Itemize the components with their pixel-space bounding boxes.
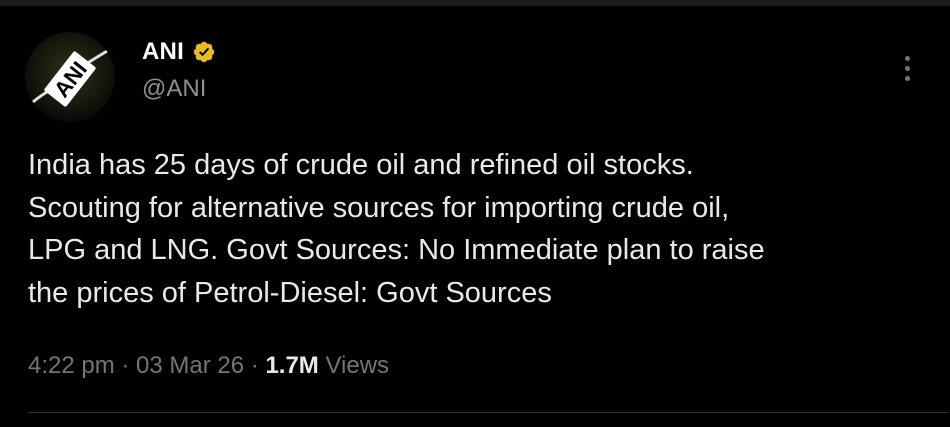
more-dots-icon (904, 65, 910, 71)
ani-logo-icon: ANI (25, 32, 115, 122)
display-name[interactable]: ANI (142, 38, 184, 66)
tweet-meta: 4:22 pm · 03 Mar 26 · 1.7M Views (28, 352, 389, 380)
tweet-date[interactable]: 03 Mar 26 (136, 352, 244, 379)
name-row: ANI (142, 38, 216, 66)
more-options-button[interactable] (894, 50, 920, 86)
verified-badge-icon[interactable] (192, 40, 216, 64)
divider (28, 412, 948, 413)
tweet-text: India has 25 days of crude oil and refin… (28, 149, 765, 309)
more-dots-icon (904, 75, 910, 81)
more-dots-icon (904, 55, 910, 61)
meta-separator: · (114, 352, 137, 379)
avatar[interactable]: ANI (25, 32, 115, 122)
author-block: ANI @ANI (142, 38, 216, 103)
handle[interactable]: @ANI (142, 75, 216, 103)
views-label: Views (325, 352, 390, 379)
tweet-time[interactable]: 4:22 pm (28, 352, 115, 379)
views-count: 1.7M (265, 352, 319, 379)
meta-separator: · (244, 352, 266, 379)
top-border (0, 0, 950, 6)
